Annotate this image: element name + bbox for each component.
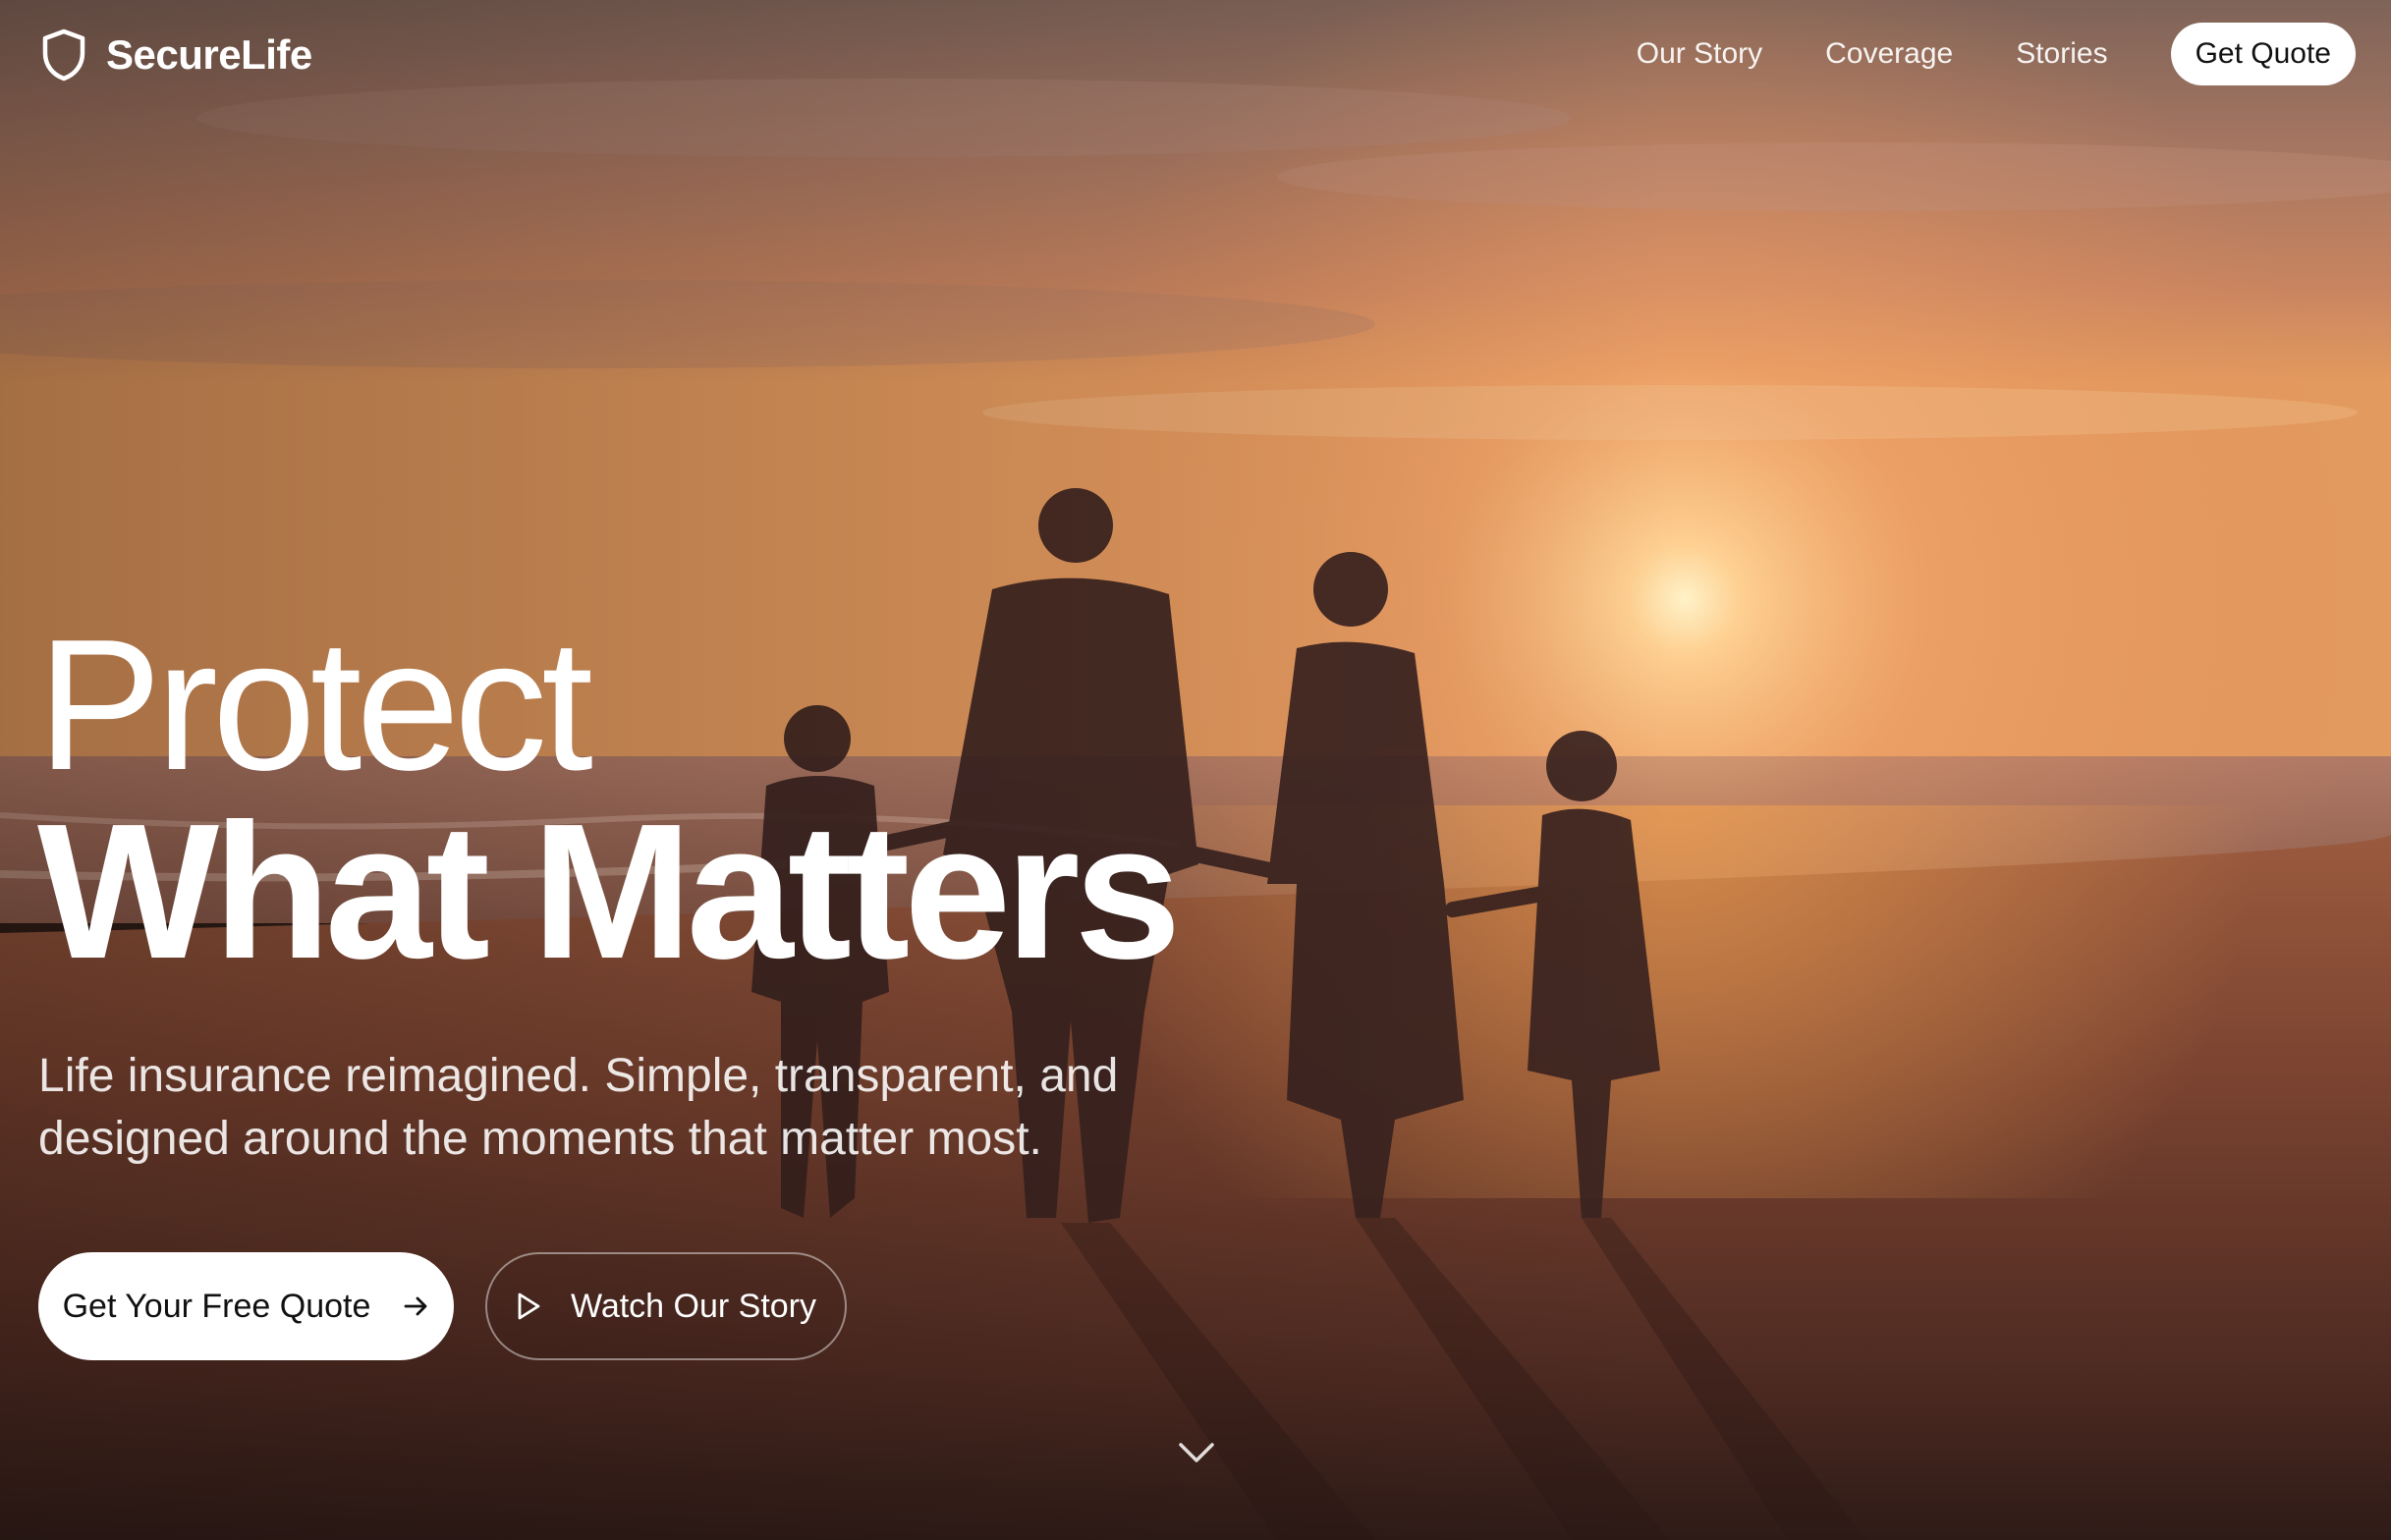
nav-link-our-story[interactable]: Our Story <box>1637 37 1762 71</box>
brand-logo[interactable]: SecureLife <box>41 26 312 84</box>
headline-line-1: Protect <box>37 601 593 809</box>
nav-link-stories[interactable]: Stories <box>2016 37 2107 71</box>
get-free-quote-button[interactable]: Get Your Free Quote <box>38 1252 454 1360</box>
subtitle-line-2: designed around the moments that matter … <box>38 1113 1042 1165</box>
arrow-right-icon <box>404 1296 427 1316</box>
watch-our-story-label: Watch Our Story <box>570 1287 817 1325</box>
nav-links: Our Story Coverage Stories Get Quote <box>1637 22 2356 86</box>
watch-our-story-button[interactable]: Watch Our Story <box>485 1252 847 1360</box>
play-icon <box>518 1292 540 1320</box>
hero-headline: Protect What Matters <box>37 601 1182 999</box>
top-navigation: SecureLife Our Story Coverage Stories Ge… <box>0 0 2391 110</box>
brand-name: SecureLife <box>106 31 312 78</box>
chevron-down-icon[interactable] <box>1177 1438 1216 1467</box>
subtitle-line-1: Life insurance reimagined. Simple, trans… <box>38 1050 1119 1102</box>
hero-subtitle: Life insurance reimagined. Simple, trans… <box>38 1045 1217 1171</box>
get-free-quote-label: Get Your Free Quote <box>62 1287 371 1325</box>
headline-line-2: What Matters <box>37 784 1182 999</box>
nav-link-coverage[interactable]: Coverage <box>1825 37 1953 71</box>
get-quote-button[interactable]: Get Quote <box>2170 23 2356 85</box>
shield-icon <box>42 28 85 82</box>
